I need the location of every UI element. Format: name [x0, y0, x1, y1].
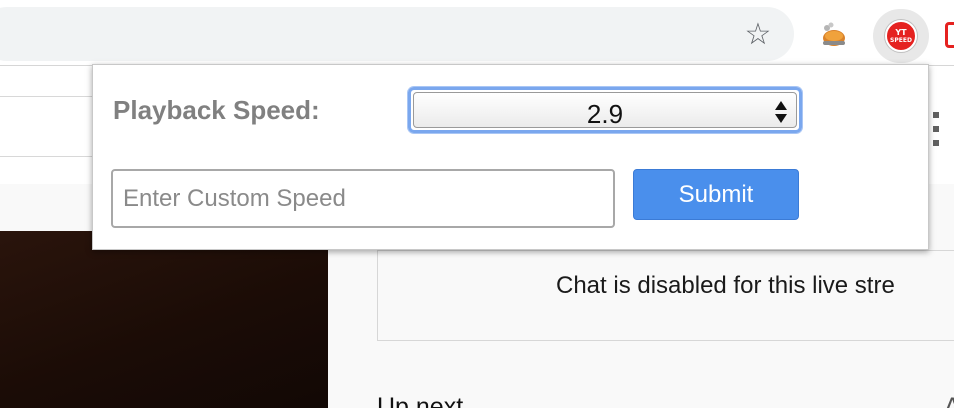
speed-select-box[interactable]: 2.9 [413, 92, 797, 129]
playback-speed-select[interactable]: 2.9 [408, 87, 802, 133]
extension-icon-cut-off[interactable] [945, 22, 954, 48]
speed-popup: Playback Speed: 2.9 Submit [92, 64, 929, 250]
speed-select-value: 2.9 [586, 99, 624, 129]
custom-speed-input[interactable] [111, 169, 615, 228]
up-next-heading: Up next [377, 393, 464, 408]
chicken-extension-icon[interactable] [818, 19, 850, 51]
playback-speed-label: Playback Speed: [113, 95, 320, 125]
yt-speed-extension-icon: YT SPEED [885, 20, 917, 52]
divider [0, 96, 100, 97]
yt-speed-badge-line1: YT [895, 27, 907, 37]
chat-disabled-message: Chat is disabled for this live stre [556, 272, 895, 299]
yt-speed-badge-line2: SPEED [890, 36, 912, 44]
divider [0, 156, 100, 157]
address-bar[interactable] [0, 7, 794, 61]
select-arrows-icon [775, 101, 787, 123]
more-options-icon[interactable] [930, 112, 942, 146]
yt-speed-extension-button[interactable]: YT SPEED [873, 9, 929, 63]
browser-toolbar: ☆ YT SPEED [0, 0, 954, 66]
star-icon[interactable]: ☆ [740, 19, 776, 51]
submit-button[interactable]: Submit [633, 169, 799, 220]
video-player[interactable] [0, 231, 328, 408]
autoplay-label: A [944, 393, 954, 408]
